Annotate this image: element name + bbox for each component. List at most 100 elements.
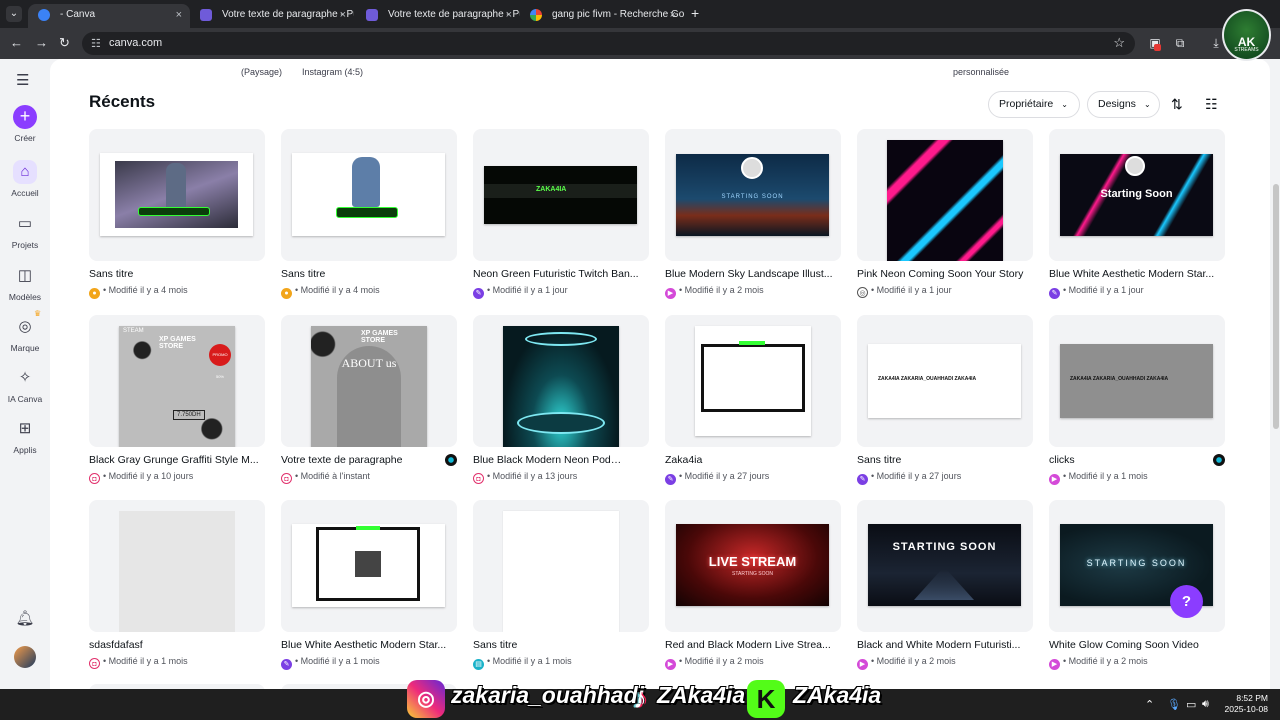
extensions-puzzle-icon[interactable]: ⧉ (1173, 36, 1187, 50)
design-title[interactable]: clicks (1049, 454, 1199, 466)
tray-chevron-icon[interactable]: ⌃ (1145, 698, 1154, 711)
design-thumbnail[interactable] (473, 315, 649, 447)
mic-icon[interactable]: 🎙︎ (1167, 698, 1181, 711)
thumbnail-art: ZAKA4IA (484, 166, 637, 224)
download-icon[interactable]: ⤓ (1209, 36, 1223, 50)
canva-favicon-icon (38, 9, 50, 21)
design-type-icon: ● (281, 288, 292, 299)
modified-text: • Modifié il y a 4 mois (295, 285, 380, 295)
page-scrollbar[interactable] (1272, 59, 1280, 689)
instagram-icon: ◘ (89, 658, 100, 669)
modified-text: • Modifié il y a 1 mois (295, 656, 380, 666)
extension-badge (1154, 44, 1161, 51)
tab-google-search[interactable]: gang pic fivm - Recherche Goog × (520, 4, 684, 28)
thumbnail-art (100, 153, 253, 236)
design-title[interactable]: Sans titre (281, 268, 457, 280)
rail-templates[interactable]: ◫ Modèles (0, 264, 50, 302)
templates-icon: ◫ (17, 267, 33, 284)
design-title[interactable]: Blue White Aesthetic Modern Star... (1049, 268, 1225, 280)
rail-apps[interactable]: ⊞ Applis (0, 417, 50, 455)
crown-icon: ♛ (34, 309, 42, 318)
design-thumbnail[interactable]: XP GAMES STORE ABOUT us (281, 315, 457, 447)
tab-close-icon[interactable]: × (340, 4, 346, 26)
thumbnail-art (887, 140, 1003, 261)
profile-avatar[interactable]: AK STREAMS (1222, 9, 1271, 61)
system-clock[interactable]: 8:52 PM 2025-10-08 (1225, 693, 1268, 715)
design-thumbnail[interactable] (857, 129, 1033, 261)
design-thumbnail[interactable]: ZAKA4IA ZAKARIA_OUAHHADI ZAKA4IA (1049, 315, 1225, 447)
art-label: XP GAMES STORE (159, 336, 196, 350)
design-title[interactable]: Sans titre (473, 639, 649, 651)
tab-close-icon[interactable]: × (670, 4, 676, 26)
design-meta: ✎ • Modifié il y a 27 jours (665, 471, 769, 485)
design-thumbnail[interactable] (665, 315, 841, 447)
design-thumbnail[interactable]: ZAKA4IA ZAKARIA_OUAHHADI ZAKA4IA (857, 315, 1033, 447)
promo-badge: PROMO 50% (209, 344, 231, 379)
tab-paragraph-2[interactable]: Votre texte de paragraphe - Pu × (356, 4, 520, 28)
canva-app: ☰ + Créer ⌂ Accueil ▭ Projets ◫ Modèles … (0, 59, 1280, 689)
design-title[interactable]: Zaka4ia (665, 454, 841, 466)
rail-home[interactable]: ⌂ Accueil (0, 160, 50, 198)
art-label: ABOUT us (341, 356, 397, 370)
volume-icon[interactable]: 🔊︎ (1202, 698, 1209, 711)
design-title[interactable]: Black Gray Grunge Graffiti Style M... (89, 454, 265, 466)
design-title[interactable]: Sans titre (89, 268, 265, 280)
back-icon[interactable]: ← (10, 35, 23, 50)
network-icon[interactable]: ▭ (1186, 698, 1196, 711)
format-label: personnalisée (953, 67, 1010, 77)
design-thumbnail[interactable] (89, 500, 265, 632)
type-filter-dropdown[interactable]: Designs ⌄ (1087, 91, 1160, 118)
design-thumbnail[interactable]: LIVE STREAM STARTING SOON (665, 500, 841, 632)
design-title[interactable]: sdasfdafasf (89, 639, 265, 651)
tab-paragraph-1[interactable]: Votre texte de paragraphe - Pu × (190, 4, 354, 28)
owner-filter-dropdown[interactable]: Propriétaire ⌄ (988, 91, 1080, 118)
design-thumbnail[interactable]: STARTING SOON (857, 500, 1033, 632)
instagram-icon: ◘ (89, 473, 100, 484)
design-thumbnail[interactable] (473, 500, 649, 632)
rail-ai[interactable]: ✧ IA Canva (0, 366, 50, 404)
design-thumbnail[interactable] (281, 129, 457, 261)
design-thumbnail[interactable]: STARTING SOON (665, 129, 841, 261)
sort-icon[interactable]: ⇅ (1171, 96, 1183, 113)
rail-projects[interactable]: ▭ Projets (0, 212, 50, 250)
user-avatar[interactable] (14, 646, 36, 668)
tab-canva[interactable]: - Canva × (28, 4, 190, 28)
bookmark-star-icon[interactable]: ☆ (1113, 35, 1125, 51)
design-thumbnail[interactable] (89, 129, 265, 261)
design-title[interactable]: Black and White Modern Futuristi... (857, 639, 1033, 651)
rail-notifications[interactable]: 🔔︎ (0, 607, 50, 635)
design-title[interactable]: Votre texte de paragraphe (281, 454, 431, 466)
design-title[interactable]: Blue Modern Sky Landscape Illust... (665, 268, 841, 280)
tab-search-button[interactable]: ⌄ (6, 6, 22, 22)
scrollbar-thumb[interactable] (1273, 184, 1279, 429)
design-thumbnail[interactable]: ZAKA4IA (473, 129, 649, 261)
design-title[interactable]: Sans titre (857, 454, 1033, 466)
rail-brand[interactable]: ◎ Marque ♛ (0, 309, 50, 353)
modified-text: • Modifié il y a 27 jours (871, 471, 962, 481)
design-title[interactable]: Pink Neon Coming Soon Your Story (857, 268, 1033, 280)
rail-label: Applis (13, 445, 37, 455)
instagram-icon: ◘ (473, 473, 484, 484)
design-title[interactable]: Neon Green Futuristic Twitch Ban... (473, 268, 649, 280)
design-meta: ◘ • Modifié il y a 13 jours (473, 471, 577, 484)
new-tab-button[interactable]: + (691, 5, 699, 21)
design-title[interactable]: Blue White Aesthetic Modern Star... (281, 639, 457, 651)
tab-close-icon[interactable]: × (176, 4, 182, 26)
url-text: canva.com (109, 37, 163, 49)
site-info-icon[interactable]: ☷ (91, 37, 101, 50)
tab-title: Votre texte de paragraphe - Pu (388, 9, 520, 20)
design-title[interactable]: White Glow Coming Soon Video (1049, 639, 1225, 651)
address-bar[interactable]: ☷ canva.com ☆ (82, 32, 1135, 55)
menu-icon[interactable]: ☰ (16, 71, 29, 89)
forward-icon[interactable]: → (35, 35, 48, 50)
design-title[interactable]: Blue Black Modern Neon Podium ... (473, 454, 623, 466)
list-view-icon[interactable]: ☷ (1205, 96, 1218, 113)
help-button[interactable]: ? (1170, 585, 1203, 618)
reload-icon[interactable]: ↻ (59, 35, 70, 51)
design-thumbnail[interactable] (281, 500, 457, 632)
design-thumbnail[interactable]: Starting Soon (1049, 129, 1225, 261)
rail-create[interactable]: + Créer (0, 105, 50, 143)
design-thumbnail[interactable]: STEAM XP GAMES STORE PROMO 50% 7.750DH (89, 315, 265, 447)
design-title[interactable]: Red and Black Modern Live Strea... (665, 639, 841, 651)
tab-close-icon[interactable]: × (506, 4, 512, 26)
